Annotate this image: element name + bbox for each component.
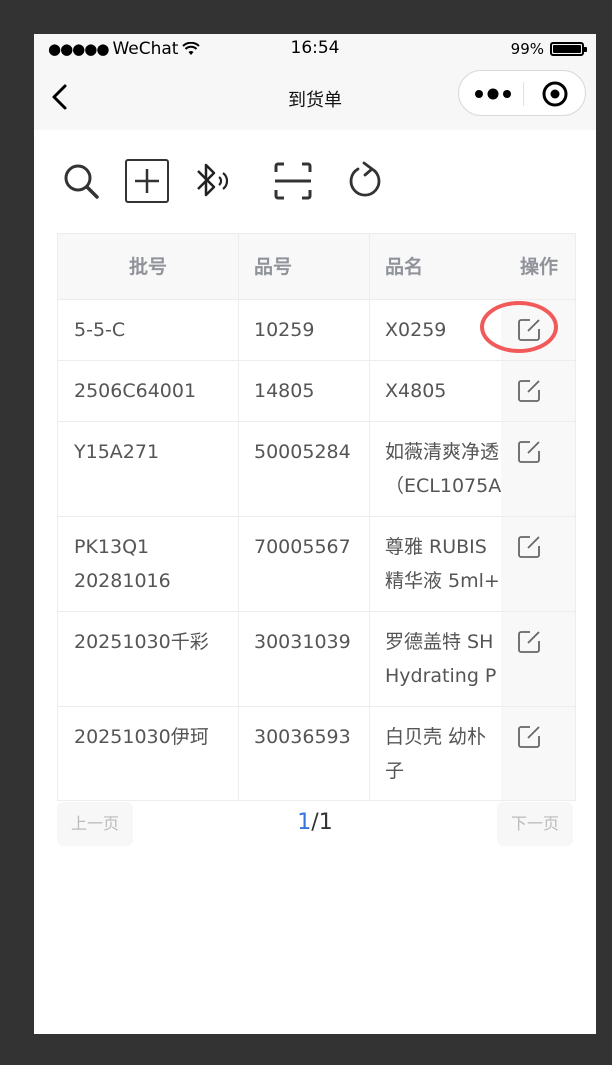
batch-line: 5-5-C <box>74 319 126 341</box>
header-action: 操作 <box>519 256 558 278</box>
cell-name: 如薇清爽净透 （ECL1075A <box>385 435 501 503</box>
add-button[interactable] <box>124 158 170 204</box>
batch-line: 2506C64001 <box>74 380 197 402</box>
scan-icon <box>274 162 312 200</box>
table-row[interactable]: PK13Q1 20281016 70005567 尊雅 RUBIS 精华液 5m… <box>58 517 575 612</box>
table-header: 批号 品号 品名 操作 <box>58 234 575 300</box>
batch-line: PK13Q1 <box>74 536 150 558</box>
name-line: 罗德盖特 SH <box>385 631 494 653</box>
cell-batch: PK13Q1 20281016 <box>74 530 234 598</box>
name-line: Hydrating P <box>385 665 497 687</box>
name-line: 如薇清爽净透 <box>385 441 500 463</box>
battery-percent: 99% <box>510 40 544 58</box>
cell-name: X4805 <box>385 374 501 408</box>
edit-icon[interactable] <box>516 629 542 655</box>
cell-name: 罗德盖特 SH Hydrating P <box>385 625 501 693</box>
table-row[interactable]: 5-5-C 10259 X0259 <box>58 300 575 361</box>
name-line: 尊雅 RUBIS <box>385 536 487 558</box>
header-name: 品名 <box>385 256 424 278</box>
cell-code: 30036593 <box>254 726 351 748</box>
cell-name: X0259 <box>385 313 501 347</box>
edit-icon[interactable] <box>516 317 542 343</box>
next-page-button[interactable]: 下一页 <box>497 802 573 846</box>
cell-batch: 2506C64001 <box>74 374 234 408</box>
cell-code: 50005284 <box>254 441 351 463</box>
batch-line: 20251030千彩 <box>74 631 209 653</box>
edit-icon[interactable] <box>516 724 542 750</box>
cell-code: 30031039 <box>254 631 351 653</box>
status-right: 99% <box>510 40 587 58</box>
search-icon <box>64 164 99 199</box>
bluetooth-button[interactable] <box>190 158 236 204</box>
table-row[interactable]: 20251030伊珂 30036593 白贝壳 幼朴 子 <box>58 707 575 800</box>
battery-icon <box>550 42 587 56</box>
cell-batch: 20251030伊珂 <box>74 720 234 754</box>
phone-screen: ●●●●● WeChat 16:54 99% 到货单 批号 品号 品名 操作 5… <box>34 34 596 1034</box>
cell-code: 14805 <box>254 380 315 402</box>
cell-name: 尊雅 RUBIS 精华液 5ml+ <box>385 530 501 598</box>
refresh-button[interactable] <box>342 158 388 204</box>
table-row[interactable]: 20251030千彩 30031039 罗德盖特 SH Hydrating P <box>58 612 575 707</box>
header-batch: 批号 <box>128 256 167 278</box>
cell-code: 70005567 <box>254 536 351 558</box>
page-separator: / <box>311 810 319 835</box>
name-line: 白贝壳 幼朴 <box>385 726 487 748</box>
name-line: 子 <box>385 760 405 782</box>
name-line: （ECL1075A <box>385 475 501 497</box>
arrival-table: 批号 品号 品名 操作 5-5-C 10259 X0259 2506C64001… <box>57 233 576 801</box>
search-button[interactable] <box>58 158 104 204</box>
cell-code: 10259 <box>254 319 315 341</box>
current-page: 1 <box>297 810 312 835</box>
batch-line: 20251030伊珂 <box>74 726 209 748</box>
cell-batch: 5-5-C <box>74 313 234 347</box>
cell-name: 白贝壳 幼朴 子 <box>385 720 501 788</box>
nav-bar: 到货单 <box>34 64 596 130</box>
name-line: 精华液 5ml+ <box>385 570 500 592</box>
more-dots-icon[interactable] <box>471 81 515 107</box>
status-bar: ●●●●● WeChat 16:54 99% <box>34 34 596 64</box>
batch-line: 20281016 <box>74 570 171 592</box>
header-code: 品号 <box>254 256 293 278</box>
toolbar <box>58 158 388 208</box>
edit-icon[interactable] <box>516 378 542 404</box>
batch-line: Y15A271 <box>74 441 160 463</box>
battery-fill <box>553 45 581 53</box>
mini-program-capsule <box>458 70 586 116</box>
scan-button[interactable] <box>270 158 316 204</box>
add-box-icon <box>125 159 169 203</box>
name-line: X4805 <box>385 380 447 402</box>
total-pages: 1 <box>318 810 333 835</box>
table-row[interactable]: Y15A271 50005284 如薇清爽净透 （ECL1075A <box>58 422 575 517</box>
edit-icon[interactable] <box>516 439 542 465</box>
cell-batch: 20251030千彩 <box>74 625 234 659</box>
capsule-divider <box>523 82 524 106</box>
cell-batch: Y15A271 <box>74 435 234 469</box>
name-line: X0259 <box>385 319 447 341</box>
bluetooth-icon <box>197 163 229 197</box>
target-close-icon[interactable] <box>541 80 569 108</box>
table-row[interactable]: 2506C64001 14805 X4805 <box>58 361 575 422</box>
refresh-icon <box>349 161 381 197</box>
edit-icon[interactable] <box>516 534 542 560</box>
